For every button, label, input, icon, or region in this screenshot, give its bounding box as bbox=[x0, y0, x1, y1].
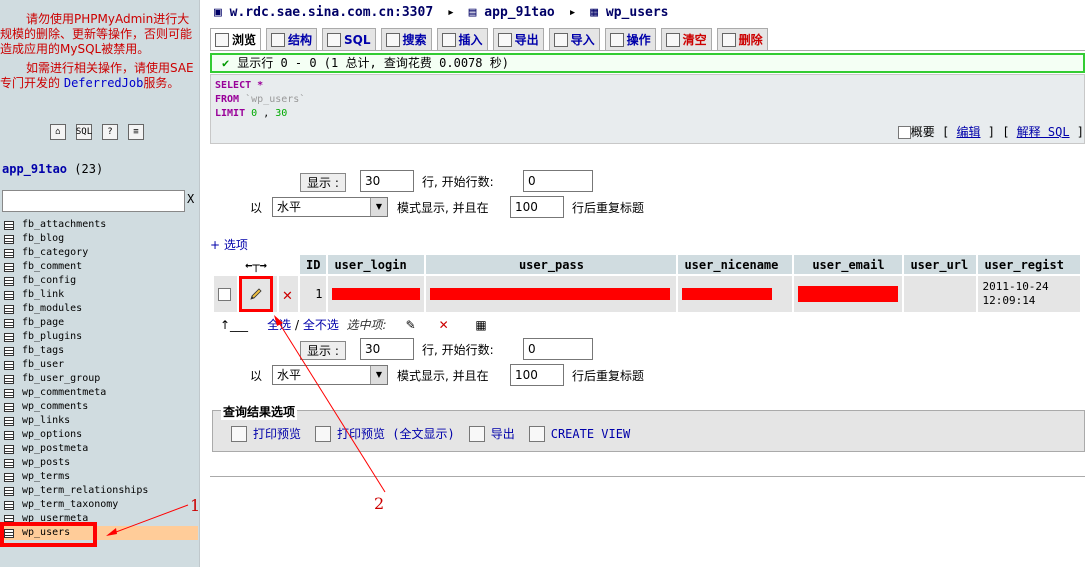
annotation-label-1: 1 bbox=[190, 496, 201, 515]
annotation-arrow-1 bbox=[107, 504, 189, 536]
arrow-head-2 bbox=[274, 315, 283, 326]
highlight-box-1 bbox=[0, 522, 97, 547]
annotation-label-2: 2 bbox=[374, 494, 385, 513]
annotation-overlay bbox=[0, 315, 386, 547]
annotation-arrow-2 bbox=[275, 317, 386, 493]
arrow-head-1 bbox=[106, 528, 117, 536]
